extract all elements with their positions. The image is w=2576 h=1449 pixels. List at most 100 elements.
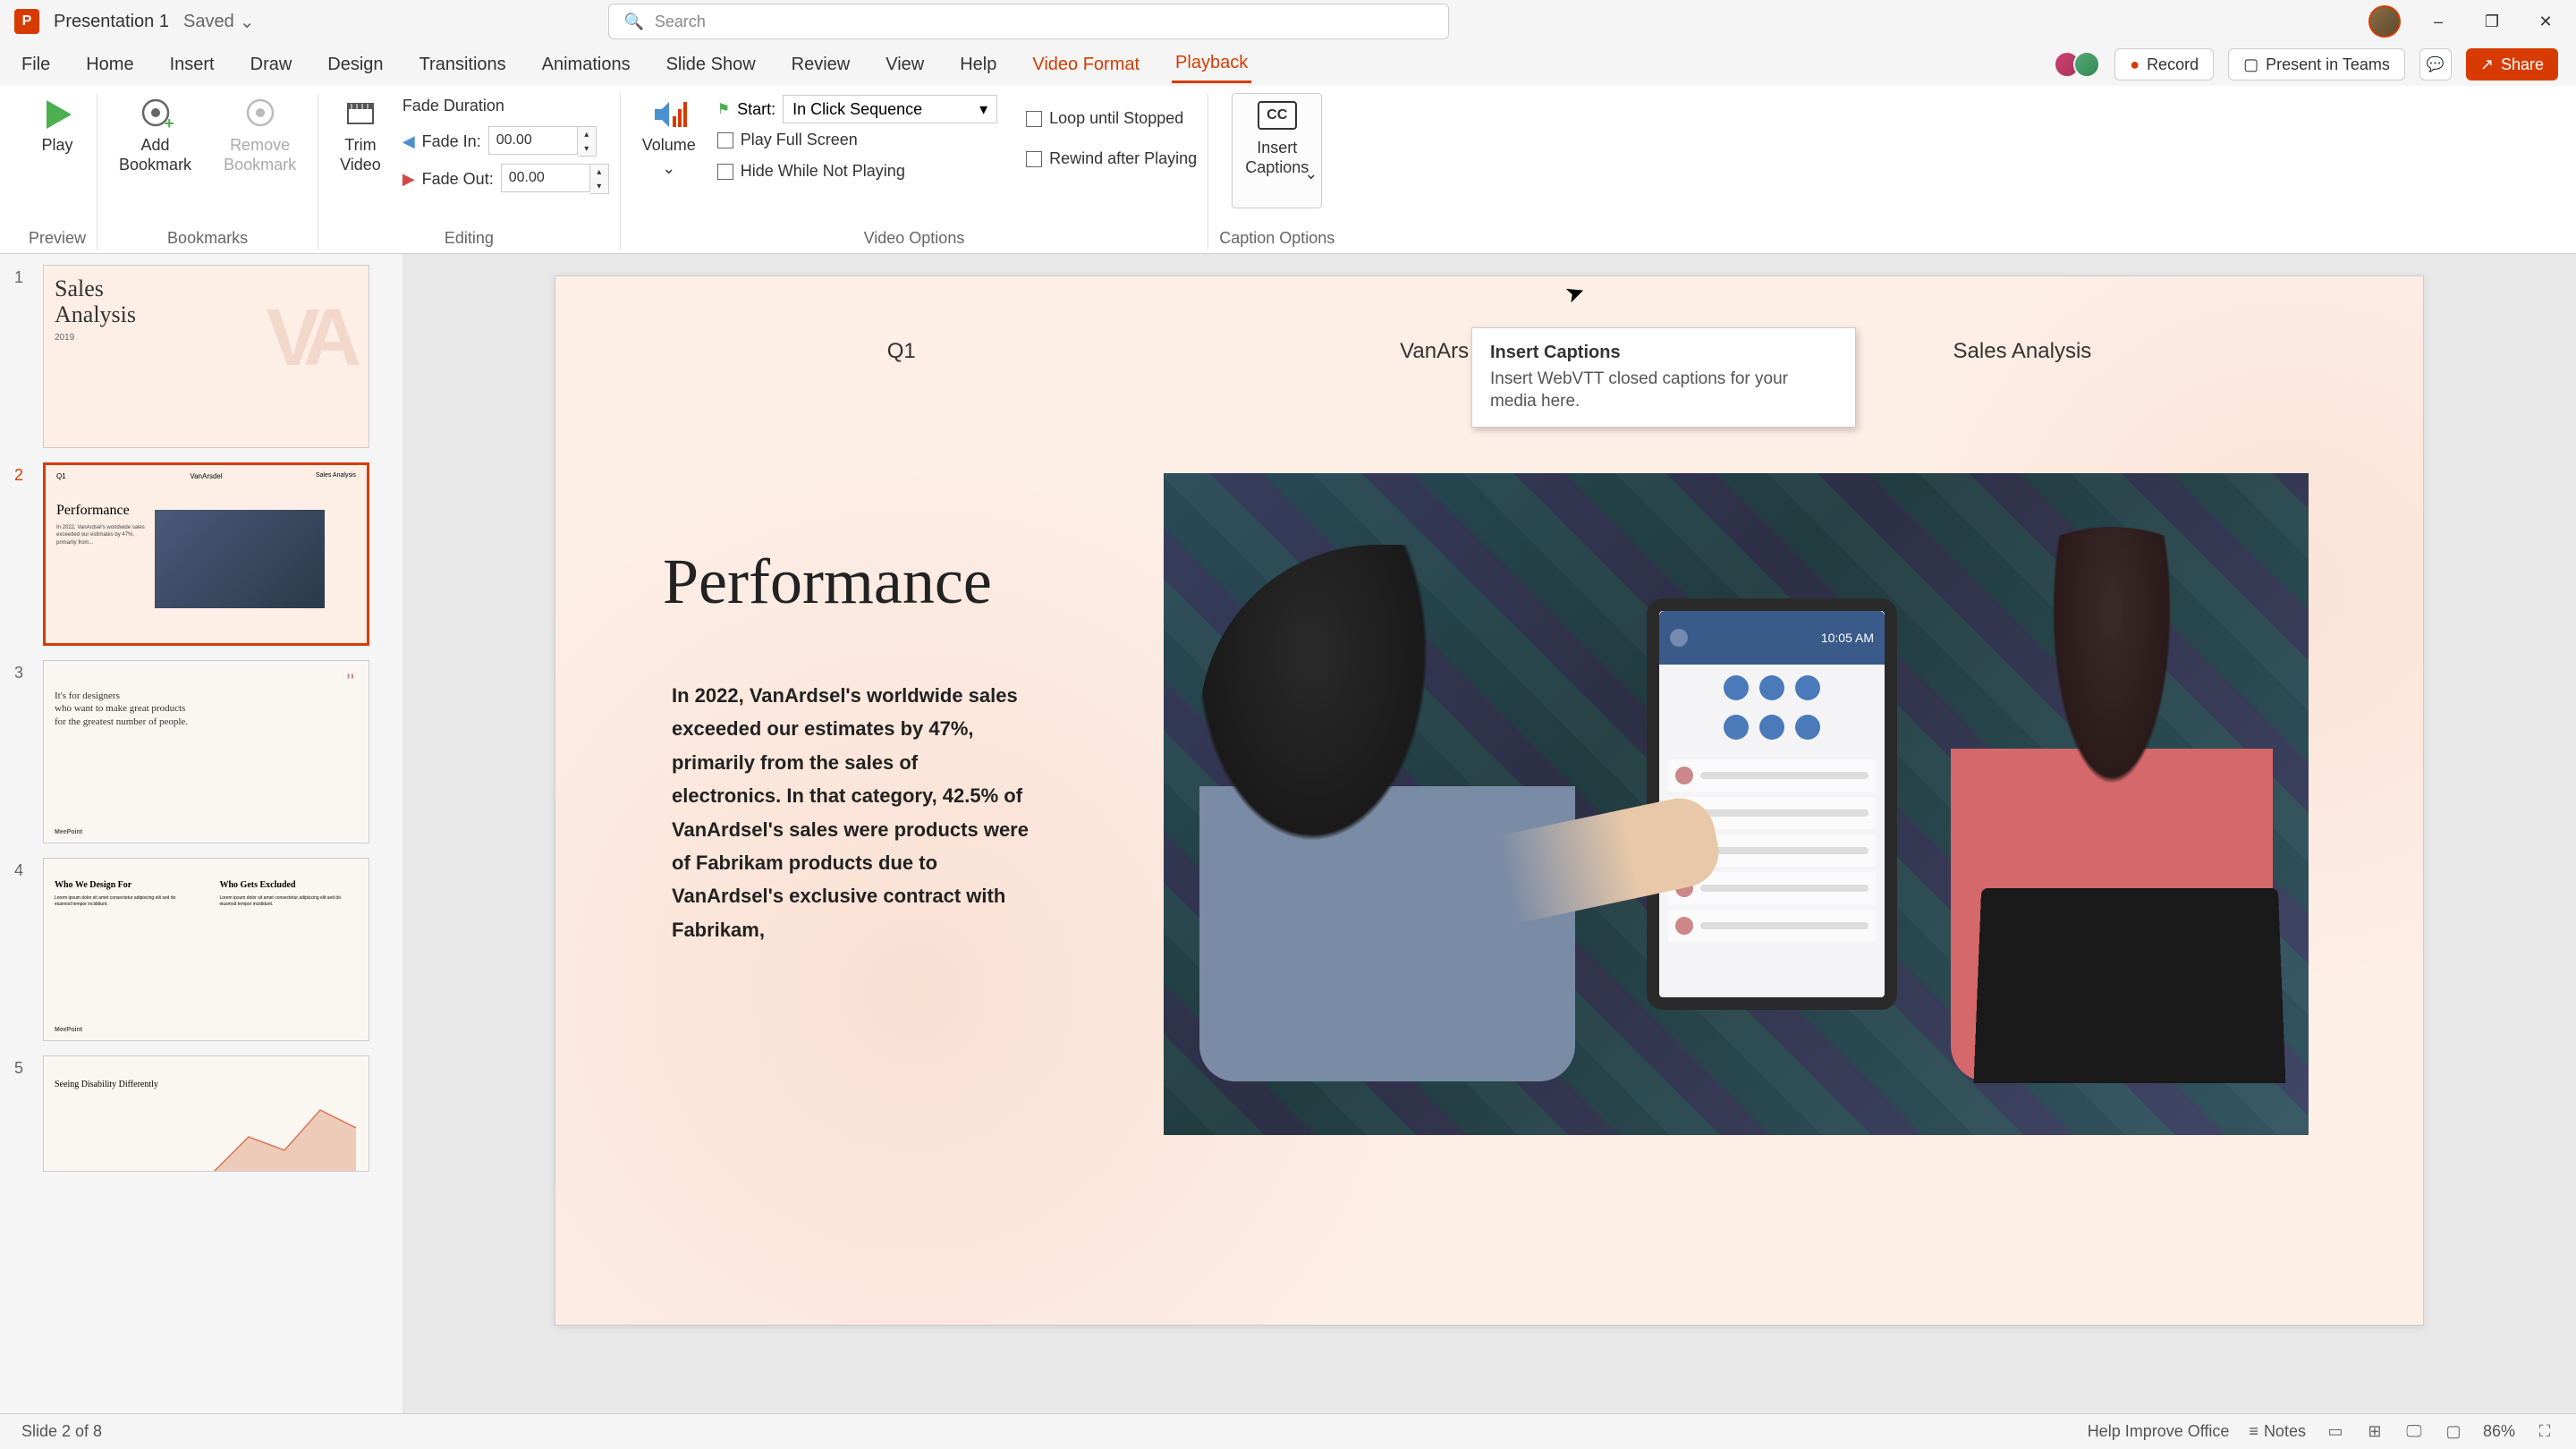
help-improve-link[interactable]: Help Improve Office — [2088, 1422, 2230, 1441]
tab-insert[interactable]: Insert — [166, 47, 218, 82]
video-laptop — [1974, 888, 2286, 1083]
slide-number: 1 — [14, 265, 32, 287]
slide-counter[interactable]: Slide 2 of 8 — [21, 1422, 102, 1441]
close-button[interactable]: ✕ — [2529, 5, 2562, 38]
tooltip-title: Insert Captions — [1490, 343, 1837, 363]
thumb-chart-preview — [213, 1083, 356, 1172]
spinner-up[interactable]: ▴ — [590, 165, 608, 179]
spinner-down[interactable]: ▾ — [578, 141, 596, 156]
start-icon: ⚑ — [717, 100, 730, 118]
slide-number: 3 — [14, 660, 32, 682]
svg-text:+: + — [165, 114, 174, 132]
video-person-left — [1199, 545, 1575, 1081]
autosave-status[interactable]: Saved ⌄ — [183, 11, 254, 33]
tab-video-format[interactable]: Video Format — [1029, 47, 1143, 82]
bookmark-add-icon: + — [138, 97, 174, 132]
comment-icon: 💬 — [2427, 55, 2445, 73]
rewind-after-playing-checkbox[interactable]: Rewind after Playing — [1026, 149, 1197, 168]
loop-until-stopped-checkbox[interactable]: Loop until Stopped — [1026, 109, 1197, 128]
tooltip-insert-captions: Insert Captions Insert WebVTT closed cap… — [1471, 327, 1856, 428]
comments-button[interactable]: 💬 — [2419, 48, 2452, 80]
user-avatar[interactable] — [2368, 5, 2401, 38]
play-button[interactable]: Play — [29, 93, 86, 159]
tab-playback[interactable]: Playback — [1172, 46, 1251, 83]
insert-captions-button[interactable]: CC Insert Captions ⌄ — [1232, 93, 1322, 208]
minimize-button[interactable]: – — [2422, 5, 2454, 38]
start-dropdown[interactable]: In Click Sequence ▾ — [783, 95, 997, 123]
tab-design[interactable]: Design — [324, 47, 386, 82]
hide-while-not-playing-checkbox[interactable]: Hide While Not Playing — [717, 162, 997, 181]
restore-button[interactable]: ❐ — [2476, 5, 2508, 38]
fade-in-input[interactable]: 00.00 — [488, 126, 578, 155]
thumb-right-label: Sales Analysis — [316, 472, 356, 479]
tab-slideshow[interactable]: Slide Show — [663, 47, 759, 82]
slide-thumbnail-1[interactable]: Sales Analysis 2019 VA — [43, 265, 369, 448]
slide-editor[interactable]: Q1 VanArs Sales Analysis Performance In … — [402, 254, 2576, 1413]
slide-thumbnail-2[interactable]: Q1 VanArsdel Sales Analysis Performance … — [43, 462, 369, 646]
tooltip-description: Insert WebVTT closed captions for your m… — [1490, 369, 1837, 412]
search-placeholder: Search — [655, 13, 706, 31]
spinner-up[interactable]: ▴ — [578, 127, 596, 141]
notes-icon: ≡ — [2249, 1422, 2258, 1441]
tab-help[interactable]: Help — [956, 47, 1000, 82]
chevron-down-icon: ⌄ — [240, 11, 255, 33]
thumb-footer: MeePoint — [55, 829, 82, 835]
group-label-bookmarks: Bookmarks — [167, 229, 248, 250]
collaborator-avatars[interactable] — [2054, 51, 2100, 78]
thumb-col-text: Lorem ipsum dolor sit amet consectetur a… — [55, 895, 193, 907]
tab-draw[interactable]: Draw — [247, 47, 296, 82]
thumb-video-preview — [155, 510, 325, 608]
checkbox-icon — [717, 164, 733, 180]
slide-thumbnail-5[interactable]: Seeing Disability Differently — [43, 1055, 369, 1172]
slideshow-view-button[interactable]: ▢ — [2444, 1422, 2463, 1442]
bookmark-remove-icon — [242, 97, 278, 132]
thumb-q-label: Q1 — [56, 472, 66, 480]
slide-body-text[interactable]: In 2022, VanArdsel's worldwide sales exc… — [672, 679, 1030, 946]
thumb-body-preview: In 2022, VanArdsel's worldwide sales exc… — [56, 524, 146, 547]
trim-video-button[interactable]: Trim Video — [329, 93, 392, 178]
play-full-screen-checkbox[interactable]: Play Full Screen — [717, 131, 997, 149]
tab-home[interactable]: Home — [82, 47, 137, 82]
volume-button[interactable]: Volume ⌄ — [631, 93, 707, 182]
slide-thumbnail-panel[interactable]: 1 Sales Analysis 2019 VA 2 Q1 VanArsdel … — [0, 254, 402, 1413]
start-label: Start: — [737, 100, 775, 119]
tab-animations[interactable]: Animations — [538, 47, 634, 82]
tab-view[interactable]: View — [882, 47, 928, 82]
thumb-col-heading: Who Gets Excluded — [220, 880, 359, 890]
checkbox-icon — [1026, 151, 1042, 167]
chevron-down-icon: ⌄ — [662, 159, 675, 179]
ribbon-group-video-options: Volume ⌄ ⚑ Start: In Click Sequence ▾ Pl… — [621, 93, 1209, 250]
slide-right-label: Sales Analysis — [1953, 339, 2092, 364]
slide-thumbnail-3[interactable]: " It's for designers who want to make gr… — [43, 660, 369, 843]
fit-to-window-button[interactable]: ⛶ — [2535, 1422, 2555, 1442]
spinner-down[interactable]: ▾ — [590, 179, 608, 193]
slide-title-text[interactable]: Performance — [663, 545, 992, 619]
fade-out-input[interactable]: 00.00 — [501, 164, 590, 192]
add-bookmark-button[interactable]: + Add Bookmark — [108, 93, 202, 178]
chevron-down-icon: ▾ — [979, 100, 987, 119]
zoom-level[interactable]: 86% — [2483, 1422, 2515, 1441]
slide-number: 4 — [14, 858, 32, 880]
present-in-teams-button[interactable]: ▢ Present in Teams — [2228, 48, 2405, 80]
teams-icon: ▢ — [2243, 55, 2258, 74]
reading-view-button[interactable]: 🖵 — [2404, 1422, 2424, 1442]
tab-review[interactable]: Review — [788, 47, 854, 82]
slide-sorter-view-button[interactable]: ⊞ — [2365, 1422, 2385, 1442]
notes-toggle[interactable]: ≡Notes — [2249, 1422, 2306, 1441]
normal-view-button[interactable]: ▭ — [2326, 1422, 2345, 1442]
slide-number: 2 — [14, 462, 32, 485]
search-input[interactable]: 🔍 Search — [608, 4, 1449, 39]
group-label-preview: Preview — [29, 229, 86, 250]
group-label-caption-options: Caption Options — [1219, 229, 1335, 250]
fade-in-label: Fade In: — [422, 132, 481, 151]
checkbox-icon — [1026, 111, 1042, 127]
record-button[interactable]: ● Record — [2114, 48, 2214, 80]
play-icon — [39, 97, 75, 132]
tab-transitions[interactable]: Transitions — [416, 47, 510, 82]
slide-video-placeholder[interactable]: 10:05 AM — [1164, 473, 2309, 1135]
share-button[interactable]: ↗ Share — [2466, 48, 2558, 80]
slide-canvas[interactable]: Q1 VanArs Sales Analysis Performance In … — [555, 275, 2424, 1326]
slide-thumbnail-4[interactable]: Who We Design For Lorem ipsum dolor sit … — [43, 858, 369, 1041]
tab-file[interactable]: File — [18, 47, 54, 82]
thumb-col-text: Lorem ipsum dolor sit amet consectetur a… — [220, 895, 359, 907]
